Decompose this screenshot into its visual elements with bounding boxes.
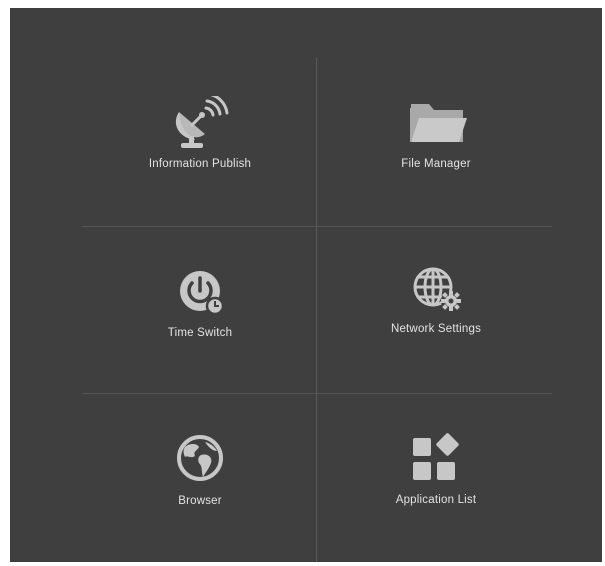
tile-file-manager[interactable]: File Manager xyxy=(346,96,526,170)
launcher-screen: Information Publish File Manager Time Sw… xyxy=(10,8,602,562)
tile-application-list[interactable]: Application List xyxy=(346,432,526,506)
grid-divider-horizontal-1 xyxy=(82,226,552,227)
grid-divider-vertical xyxy=(316,58,317,562)
tile-time-switch[interactable]: Time Switch xyxy=(110,265,290,339)
satellite-dish-icon xyxy=(160,96,240,150)
tile-information-publish[interactable]: Information Publish xyxy=(110,96,290,170)
grid-divider-horizontal-2 xyxy=(82,393,552,394)
tile-label: File Manager xyxy=(401,158,471,170)
globe-gear-icon xyxy=(396,261,476,315)
folder-icon xyxy=(396,96,476,150)
tile-label: Network Settings xyxy=(390,323,482,335)
tile-label: Information Publish xyxy=(148,158,252,170)
tile-label: Time Switch xyxy=(167,327,233,339)
tile-network-settings[interactable]: Network Settings xyxy=(346,261,526,335)
app-grid-icon xyxy=(396,432,476,486)
tile-label: Browser xyxy=(178,495,222,507)
tile-label: Application List xyxy=(395,494,477,506)
earth-icon xyxy=(160,433,240,487)
power-timer-icon xyxy=(160,265,240,319)
tile-browser[interactable]: Browser xyxy=(110,433,290,507)
